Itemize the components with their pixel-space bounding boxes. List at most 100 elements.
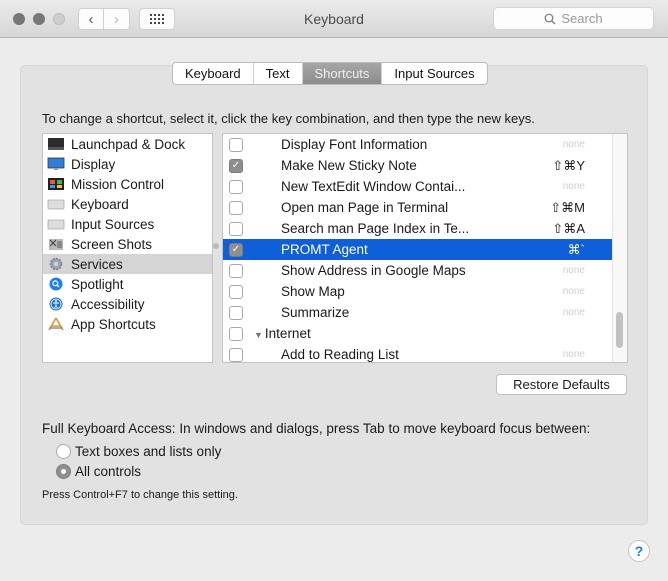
shortcut-label: Display Font Information: [281, 137, 428, 152]
shortcut-row[interactable]: Summarize none: [223, 302, 627, 323]
radio-label: Text boxes and lists only: [75, 444, 222, 459]
split-view-handle[interactable]: [213, 243, 219, 249]
category-display[interactable]: Display: [43, 154, 212, 174]
shortcut-label: Show Map: [281, 284, 345, 299]
category-mission-control[interactable]: Mission Control: [43, 174, 212, 194]
shortcut-checkbox[interactable]: [229, 137, 243, 152]
shortcut-row-selected[interactable]: ✓ PROMT Agent ⌘`: [223, 239, 627, 260]
instructions-text: To change a shortcut, select it, click t…: [42, 111, 535, 126]
shortcut-label: PROMT Agent: [281, 242, 368, 257]
app-shortcuts-icon: [48, 317, 64, 331]
shortcut-label: New TextEdit Window Contai...: [281, 179, 466, 194]
radio-all-controls[interactable]: All controls: [56, 464, 141, 479]
shortcut-group-row[interactable]: ▼ Internet: [223, 323, 627, 344]
shortcut-key[interactable]: ⇧⌘Y: [552, 158, 585, 174]
shortcut-row[interactable]: Show Address in Google Maps none: [223, 260, 627, 281]
help-icon: ?: [634, 543, 644, 559]
shortcut-label: Summarize: [281, 305, 350, 320]
shortcut-checkbox[interactable]: [229, 263, 243, 278]
shortcut-checkbox[interactable]: [229, 179, 243, 194]
radio-button[interactable]: [56, 444, 71, 459]
checkmark-icon: ✓: [231, 160, 241, 171]
display-icon: [47, 157, 65, 170]
category-keyboard[interactable]: Keyboard: [43, 194, 212, 214]
shortcut-key[interactable]: none: [563, 139, 585, 150]
input-sources-icon: [47, 219, 65, 230]
shortcut-label: Show Address in Google Maps: [281, 263, 466, 278]
category-services[interactable]: Services: [43, 254, 212, 274]
radio-label: All controls: [75, 464, 142, 479]
radio-text-boxes-lists[interactable]: Text boxes and lists only: [56, 444, 221, 459]
launchpad-icon: [48, 138, 64, 150]
shortcut-key[interactable]: none: [563, 265, 585, 276]
shortcut-row[interactable]: Search man Page Index in Te... ⇧⌘A: [223, 218, 627, 239]
shortcut-key[interactable]: none: [563, 307, 585, 318]
shortcut-label: Make New Sticky Note: [281, 158, 417, 173]
category-spotlight[interactable]: Spotlight: [43, 274, 212, 294]
scrollbar-track[interactable]: [612, 134, 627, 362]
shortcut-row[interactable]: New TextEdit Window Contai... none: [223, 176, 627, 197]
search-field[interactable]: Search: [493, 7, 654, 30]
spotlight-icon: [49, 277, 63, 291]
shortcut-row[interactable]: Show Map none: [223, 281, 627, 302]
search-icon: [544, 13, 556, 24]
category-screen-shots[interactable]: Screen Shots: [43, 234, 212, 254]
category-label: Spotlight: [71, 276, 124, 292]
shortcut-row[interactable]: Open man Page in Terminal ⇧⌘M: [223, 197, 627, 218]
shortcut-key[interactable]: ⇧⌘M: [550, 200, 585, 216]
shortcut-label: Open man Page in Terminal: [281, 200, 449, 215]
help-button[interactable]: ?: [628, 540, 650, 562]
tab-input-sources[interactable]: Input Sources: [382, 63, 486, 84]
scrollbar-thumb[interactable]: [616, 312, 623, 348]
shortcut-key[interactable]: ⇧⌘A: [552, 221, 585, 237]
category-list: Launchpad & Dock Display Mission Control…: [42, 133, 213, 363]
tab-keyboard[interactable]: Keyboard: [173, 63, 254, 84]
shortcut-label: Add to Reading List: [281, 347, 399, 362]
disclosure-triangle-icon[interactable]: ▼: [254, 330, 263, 340]
category-label: App Shortcuts: [71, 316, 156, 332]
shortcut-row[interactable]: ✓ Make New Sticky Note ⇧⌘Y: [223, 155, 627, 176]
category-label: Mission Control: [71, 176, 165, 192]
category-label: Launchpad & Dock: [71, 136, 186, 152]
search-placeholder: Search: [561, 11, 603, 26]
full-keyboard-access-label: Full Keyboard Access: In windows and dia…: [42, 421, 591, 436]
shortcut-checkbox[interactable]: ✓: [229, 158, 243, 173]
category-label: Services: [71, 256, 123, 272]
category-label: Keyboard: [71, 196, 129, 212]
mission-control-icon: [48, 178, 64, 190]
shortcut-key[interactable]: none: [563, 286, 585, 297]
tab-shortcuts[interactable]: Shortcuts: [302, 63, 383, 84]
radio-button[interactable]: [56, 464, 71, 479]
restore-defaults-button[interactable]: Restore Defaults: [496, 374, 627, 395]
shortcut-row[interactable]: Display Font Information none: [223, 134, 627, 155]
title-bar: ‹ › Keyboard Search: [0, 0, 668, 38]
tab-bar: Keyboard Text Shortcuts Input Sources: [172, 62, 488, 85]
category-label: Input Sources: [71, 216, 155, 232]
keyboard-icon: [47, 199, 65, 210]
category-accessibility[interactable]: Accessibility: [43, 294, 212, 314]
shortcut-checkbox[interactable]: ✓: [229, 242, 243, 257]
shortcut-row[interactable]: Add to Reading List none: [223, 344, 627, 362]
shortcut-checkbox[interactable]: [229, 221, 243, 236]
shortcut-key[interactable]: ⌘`: [568, 242, 585, 258]
group-label-text: Internet: [264, 326, 311, 341]
category-launchpad-dock[interactable]: Launchpad & Dock: [43, 134, 212, 154]
category-input-sources[interactable]: Input Sources: [43, 214, 212, 234]
group-label: ▼ Internet: [254, 326, 311, 341]
category-label: Screen Shots: [71, 236, 153, 252]
shortcut-key[interactable]: none: [563, 349, 585, 360]
shortcut-checkbox[interactable]: [229, 326, 243, 341]
screen-shots-icon: [49, 239, 63, 250]
shortcuts-list: Display Font Information none ✓ Make New…: [222, 133, 628, 363]
services-gear-icon: [49, 257, 63, 271]
category-label: Display: [71, 156, 116, 172]
shortcut-checkbox[interactable]: [229, 200, 243, 215]
shortcut-checkbox[interactable]: [229, 347, 243, 362]
category-label: Accessibility: [71, 296, 145, 312]
accessibility-icon: [49, 297, 63, 311]
category-app-shortcuts[interactable]: App Shortcuts: [43, 314, 212, 334]
tab-text[interactable]: Text: [254, 63, 303, 84]
shortcut-checkbox[interactable]: [229, 284, 243, 299]
shortcut-key[interactable]: none: [563, 181, 585, 192]
shortcut-checkbox[interactable]: [229, 305, 243, 320]
